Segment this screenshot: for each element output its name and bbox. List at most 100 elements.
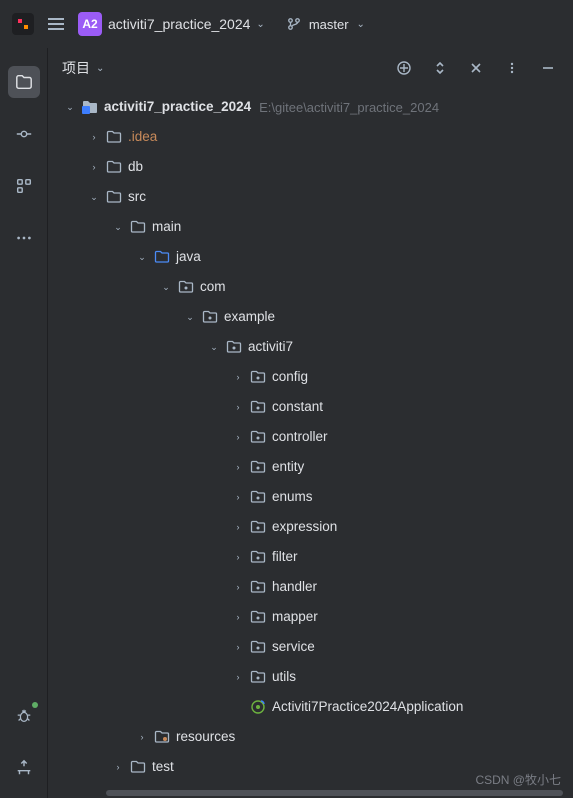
package-icon xyxy=(248,519,268,535)
tree-label: config xyxy=(272,370,308,384)
package-icon xyxy=(248,669,268,685)
folder-java-icon xyxy=(152,249,172,265)
package-icon xyxy=(248,429,268,445)
left-tool-rail xyxy=(0,48,48,798)
chevron-right-icon[interactable]: › xyxy=(228,493,248,502)
folder-icon xyxy=(128,759,148,775)
tree-row-resources[interactable]: › resources xyxy=(48,722,573,752)
chevron-down-icon[interactable]: ⌄ xyxy=(84,193,104,202)
chevron-right-icon[interactable]: › xyxy=(228,553,248,562)
chevron-right-icon[interactable]: › xyxy=(228,613,248,622)
chevron-down-icon[interactable]: ⌄ xyxy=(204,343,224,352)
tree-label: expression xyxy=(272,520,337,534)
chevron-right-icon[interactable]: › xyxy=(132,733,152,742)
tree-label: activiti7 xyxy=(248,340,293,354)
chevron-right-icon[interactable]: › xyxy=(84,133,104,142)
vcs-branch-button[interactable]: master ⌄ xyxy=(287,17,365,32)
tree-label: handler xyxy=(272,580,317,594)
chevron-down-icon[interactable]: ⌄ xyxy=(108,223,128,232)
tree-row-com[interactable]: ⌄ com xyxy=(48,272,573,302)
app-icon xyxy=(12,13,34,35)
tree-label: db xyxy=(128,160,143,174)
tree-row-.idea[interactable]: ›.idea xyxy=(48,122,573,152)
tree-row-expression[interactable]: › expression xyxy=(48,512,573,542)
tree-label: com xyxy=(200,280,226,294)
expand-all-button[interactable] xyxy=(429,57,451,79)
tree-row-controller[interactable]: ›controller xyxy=(48,422,573,452)
tree-row-activiti7[interactable]: ⌄ activiti7 xyxy=(48,332,573,362)
chevron-down-icon[interactable]: ⌄ xyxy=(60,103,80,112)
tree-label: main xyxy=(152,220,181,234)
chevron-right-icon[interactable]: › xyxy=(228,403,248,412)
tree-row-activiti7_practice_2024[interactable]: ⌄activiti7_practice_2024E:\gitee\activit… xyxy=(48,92,573,122)
project-badge: A2 xyxy=(78,12,102,36)
tree-label: entity xyxy=(272,460,304,474)
tree-row-src[interactable]: ⌄src xyxy=(48,182,573,212)
chevron-right-icon[interactable]: › xyxy=(228,643,248,652)
folder-icon xyxy=(104,129,124,145)
tree-row-main[interactable]: ⌄ main xyxy=(48,212,573,242)
tree-label: resources xyxy=(176,730,235,744)
main-area: 项目 ⌄ ⌄activiti7_practice_2024E:\gitee\ac… xyxy=(0,48,573,798)
tree-row-test[interactable]: › test xyxy=(48,752,573,782)
chevron-right-icon[interactable]: › xyxy=(228,523,248,532)
tree-label: service xyxy=(272,640,315,654)
proj-folder-icon xyxy=(80,99,100,115)
tree-row-constant[interactable]: › constant xyxy=(48,392,573,422)
tree-row-Activiti7Practice2024Application[interactable]: Activiti7Practice2024Application xyxy=(48,692,573,722)
chevron-down-icon[interactable]: ⌄ xyxy=(156,283,176,292)
folder-icon xyxy=(104,159,124,175)
chevron-right-icon[interactable]: › xyxy=(108,763,128,772)
top-bar: A2 activiti7_practice_2024 ⌄ master ⌄ xyxy=(0,0,573,48)
chevron-down-icon: ⌄ xyxy=(256,19,264,30)
chevron-right-icon[interactable]: › xyxy=(228,433,248,442)
project-name-label: activiti7_practice_2024 xyxy=(108,16,250,32)
tree-row-utils[interactable]: › utils xyxy=(48,662,573,692)
commit-tool-button[interactable] xyxy=(8,118,40,150)
chevron-right-icon[interactable]: › xyxy=(84,163,104,172)
structure-tool-button[interactable] xyxy=(8,170,40,202)
chevron-right-icon[interactable]: › xyxy=(228,463,248,472)
tree-row-java[interactable]: ⌄ java xyxy=(48,242,573,272)
chevron-down-icon: ⌄ xyxy=(96,63,104,74)
tree-row-filter[interactable]: › filter xyxy=(48,542,573,572)
hide-button[interactable] xyxy=(465,57,487,79)
package-icon xyxy=(224,339,244,355)
tree-row-config[interactable]: › config xyxy=(48,362,573,392)
chevron-right-icon[interactable]: › xyxy=(228,673,248,682)
chevron-down-icon[interactable]: ⌄ xyxy=(132,253,152,262)
tree-label: filter xyxy=(272,550,298,564)
tree-row-entity[interactable]: › entity xyxy=(48,452,573,482)
tree-label: java xyxy=(176,250,201,264)
tree-row-example[interactable]: ⌄example xyxy=(48,302,573,332)
tree-row-db[interactable]: › db xyxy=(48,152,573,182)
tree-row-handler[interactable]: › handler xyxy=(48,572,573,602)
panel-title-dropdown[interactable]: 项目 ⌄ xyxy=(62,58,104,78)
tree-label: utils xyxy=(272,670,296,684)
select-opened-file-button[interactable] xyxy=(393,57,415,79)
package-icon xyxy=(248,579,268,595)
debug-tool-button[interactable] xyxy=(8,700,40,732)
chevron-right-icon[interactable]: › xyxy=(228,583,248,592)
chevron-down-icon[interactable]: ⌄ xyxy=(180,313,200,322)
more-tool-button[interactable] xyxy=(8,222,40,254)
project-switcher[interactable]: A2 activiti7_practice_2024 ⌄ xyxy=(78,12,265,36)
chevron-right-icon[interactable]: › xyxy=(228,373,248,382)
minimize-button[interactable] xyxy=(537,57,559,79)
build-tool-button[interactable] xyxy=(8,752,40,784)
project-tree[interactable]: ⌄activiti7_practice_2024E:\gitee\activit… xyxy=(48,88,573,790)
tree-row-enums[interactable]: ›enums xyxy=(48,482,573,512)
options-button[interactable] xyxy=(501,57,523,79)
project-tool-button[interactable] xyxy=(8,66,40,98)
tree-row-service[interactable]: › service xyxy=(48,632,573,662)
main-menu-button[interactable] xyxy=(48,18,64,30)
panel-title-label: 项目 xyxy=(62,58,90,78)
branch-name-label: master xyxy=(309,17,349,32)
package-icon xyxy=(248,399,268,415)
tree-label: constant xyxy=(272,400,323,414)
tree-row-mapper[interactable]: ›mapper xyxy=(48,602,573,632)
tree-label: test xyxy=(152,760,174,774)
tree-path: E:\gitee\activiti7_practice_2024 xyxy=(259,101,439,114)
horizontal-scrollbar[interactable] xyxy=(106,790,563,796)
package-icon xyxy=(248,639,268,655)
